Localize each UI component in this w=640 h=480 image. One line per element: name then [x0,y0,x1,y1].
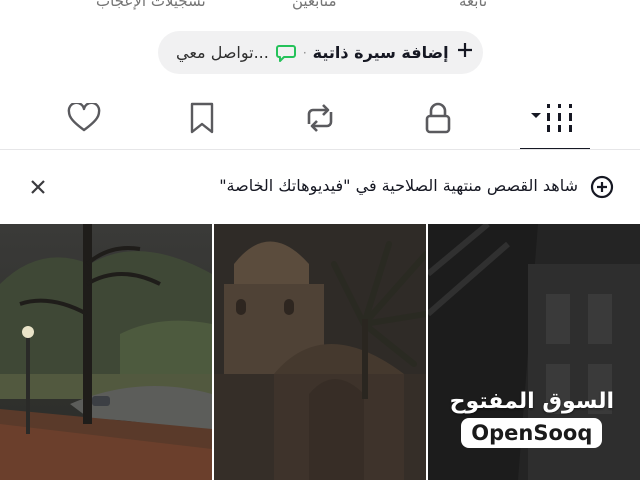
video-thumbnail[interactable] [214,224,426,480]
tab-favorites[interactable] [182,100,222,140]
followers-stat-label[interactable]: متابعين [292,0,337,10]
heart-icon [67,101,101,137]
watermark-arabic: السوق المفتوح [449,389,614,414]
following-stat-label[interactable]: تابعة [459,0,487,10]
expired-stories-banner[interactable]: شاهد القصص منتهية الصلاحية في "فيديوهاتك… [0,152,640,222]
opensooq-watermark: السوق المفتوح OpenSooq [450,389,614,448]
lock-icon [423,101,453,139]
story-add-icon [590,175,614,199]
tab-liked[interactable] [64,100,104,140]
plus-icon[interactable] [456,41,474,64]
bookmark-icon [189,102,215,138]
banner-message: شاهد القصص منتهية الصلاحية في "فيديوهاتك… [219,176,578,195]
tab-private[interactable] [418,100,458,140]
tab-reposts[interactable] [300,100,340,140]
watermark-english: OpenSooq [461,418,603,448]
profile-actions-pill: تواصل معي... · إضافة سيرة ذاتية [158,31,483,74]
contact-input[interactable]: تواصل معي... [176,43,269,62]
chat-bubble-icon [275,43,297,63]
profile-tab-bar [0,90,640,150]
repost-icon [303,102,337,138]
likes-stat-label[interactable]: تسجيلات الإعجاب [96,0,206,10]
add-bio-button[interactable]: إضافة سيرة ذاتية [313,43,449,62]
tabs-divider [0,149,640,150]
profile-stats-row: تسجيلات الإعجاب متابعين تابعة [0,0,640,14]
tab-videos[interactable] [528,100,582,140]
close-icon[interactable] [26,175,50,199]
pill-separator: · [302,45,307,60]
video-thumbnail[interactable] [0,224,212,480]
grid-icon [529,101,581,139]
